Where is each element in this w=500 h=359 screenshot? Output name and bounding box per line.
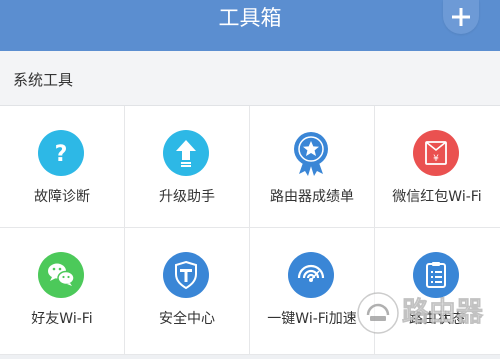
tool-label: 故障诊断 <box>34 189 90 205</box>
tool-fault-diagnosis[interactable]: ? 故障诊断 <box>0 106 125 228</box>
tool-label: 好友Wi-Fi <box>31 311 93 327</box>
tool-wifi-speedup[interactable]: 一键Wi-Fi加速 <box>250 228 375 355</box>
tool-label: 路由器成绩单 <box>270 189 354 205</box>
medal-star-icon <box>288 130 334 176</box>
tool-label: 安全中心 <box>159 311 215 327</box>
svg-text:?: ? <box>55 142 68 167</box>
tool-friend-wifi[interactable]: 好友Wi-Fi <box>0 228 125 355</box>
shield-icon <box>163 252 209 298</box>
header-bar: 工具箱 <box>0 0 500 51</box>
tool-router-report[interactable]: 路由器成绩单 <box>250 106 375 228</box>
svg-text:¥: ¥ <box>433 154 439 164</box>
question-icon: ? <box>38 130 84 176</box>
wifi-speed-icon <box>288 252 334 298</box>
tools-grid: ? 故障诊断 升级助手 路由器成绩单 ¥ 微信红包Wi-Fi 好友Wi-Fi 安… <box>0 106 500 355</box>
clipboard-status-icon <box>413 252 459 298</box>
tool-label: 路由状态 <box>409 311 465 327</box>
tool-router-status[interactable]: 路由状态 <box>375 228 500 355</box>
section-title: 系统工具 <box>13 71 74 89</box>
tool-upgrade-assistant[interactable]: 升级助手 <box>125 106 250 228</box>
page-title: 工具箱 <box>218 6 282 30</box>
plus-icon <box>452 8 470 26</box>
wechat-icon <box>38 252 84 298</box>
tool-label: 升级助手 <box>159 189 215 205</box>
tool-label: 微信红包Wi-Fi <box>392 189 482 205</box>
tool-wechat-redpacket-wifi[interactable]: ¥ 微信红包Wi-Fi <box>375 106 500 228</box>
upgrade-arrow-icon <box>163 130 209 176</box>
section-header: 系统工具 <box>0 51 500 106</box>
tool-label: 一键Wi-Fi加速 <box>267 311 357 327</box>
red-envelope-icon: ¥ <box>413 130 459 176</box>
tool-security-center[interactable]: 安全中心 <box>125 228 250 355</box>
